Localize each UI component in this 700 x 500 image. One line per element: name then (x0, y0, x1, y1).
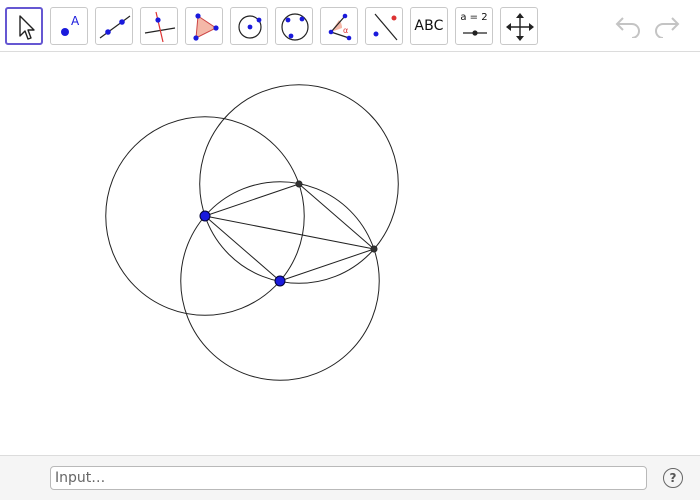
slider-tool-button[interactable]: a = 2 (455, 7, 493, 45)
graphics-view[interactable] (0, 52, 700, 455)
toolbar: A α ABC a = 2 (0, 0, 700, 52)
text-tool-button[interactable]: ABC (410, 7, 448, 45)
point-B[interactable] (274, 275, 286, 287)
circle-three-points-icon (281, 13, 309, 41)
help-button[interactable]: ? (663, 468, 683, 488)
redo-icon[interactable] (651, 12, 681, 38)
angle-icon-glyph: α (343, 26, 348, 35)
point-C[interactable] (370, 245, 378, 253)
perpendicular-tool-button[interactable] (140, 7, 178, 45)
move-arrow-icon (19, 15, 35, 40)
move-graphics-view-icon (506, 13, 534, 41)
input-field[interactable] (50, 466, 647, 490)
point-icon: A (61, 14, 80, 36)
point-D[interactable] (295, 180, 303, 188)
reflect-tool-button[interactable] (365, 7, 403, 45)
segment-DA[interactable] (204, 183, 300, 217)
undo-icon[interactable] (614, 12, 644, 38)
line-tool-button[interactable] (95, 7, 133, 45)
circle-center-point-icon (238, 15, 262, 39)
line-icon (99, 15, 131, 39)
segment-AB[interactable] (204, 215, 281, 282)
text-icon: ABC (414, 18, 444, 34)
move-tool-button[interactable] (5, 7, 43, 45)
move-graphics-tool-button[interactable] (500, 7, 538, 45)
angle-tool-button[interactable]: α (320, 7, 358, 45)
polygon-tool-button[interactable] (185, 7, 223, 45)
point-A[interactable] (199, 210, 211, 222)
segment-AC[interactable] (204, 215, 375, 250)
slider-icon (463, 30, 487, 36)
help-icon: ? (669, 471, 677, 485)
point-tool-button[interactable]: A (50, 7, 88, 45)
construction-canvas[interactable] (0, 52, 700, 455)
segment-BC[interactable] (279, 248, 375, 282)
point-icon-glyph: A (71, 14, 80, 28)
input-bar: ? (0, 455, 700, 500)
circle-three-points-tool-button[interactable] (275, 7, 313, 45)
segment-CD[interactable] (298, 183, 375, 250)
circle-center-tool-button[interactable] (230, 7, 268, 45)
perpendicular-line-icon (144, 11, 176, 43)
polygon-icon (193, 13, 219, 41)
angle-icon: α (328, 13, 352, 41)
reflect-about-line-icon (373, 13, 398, 41)
